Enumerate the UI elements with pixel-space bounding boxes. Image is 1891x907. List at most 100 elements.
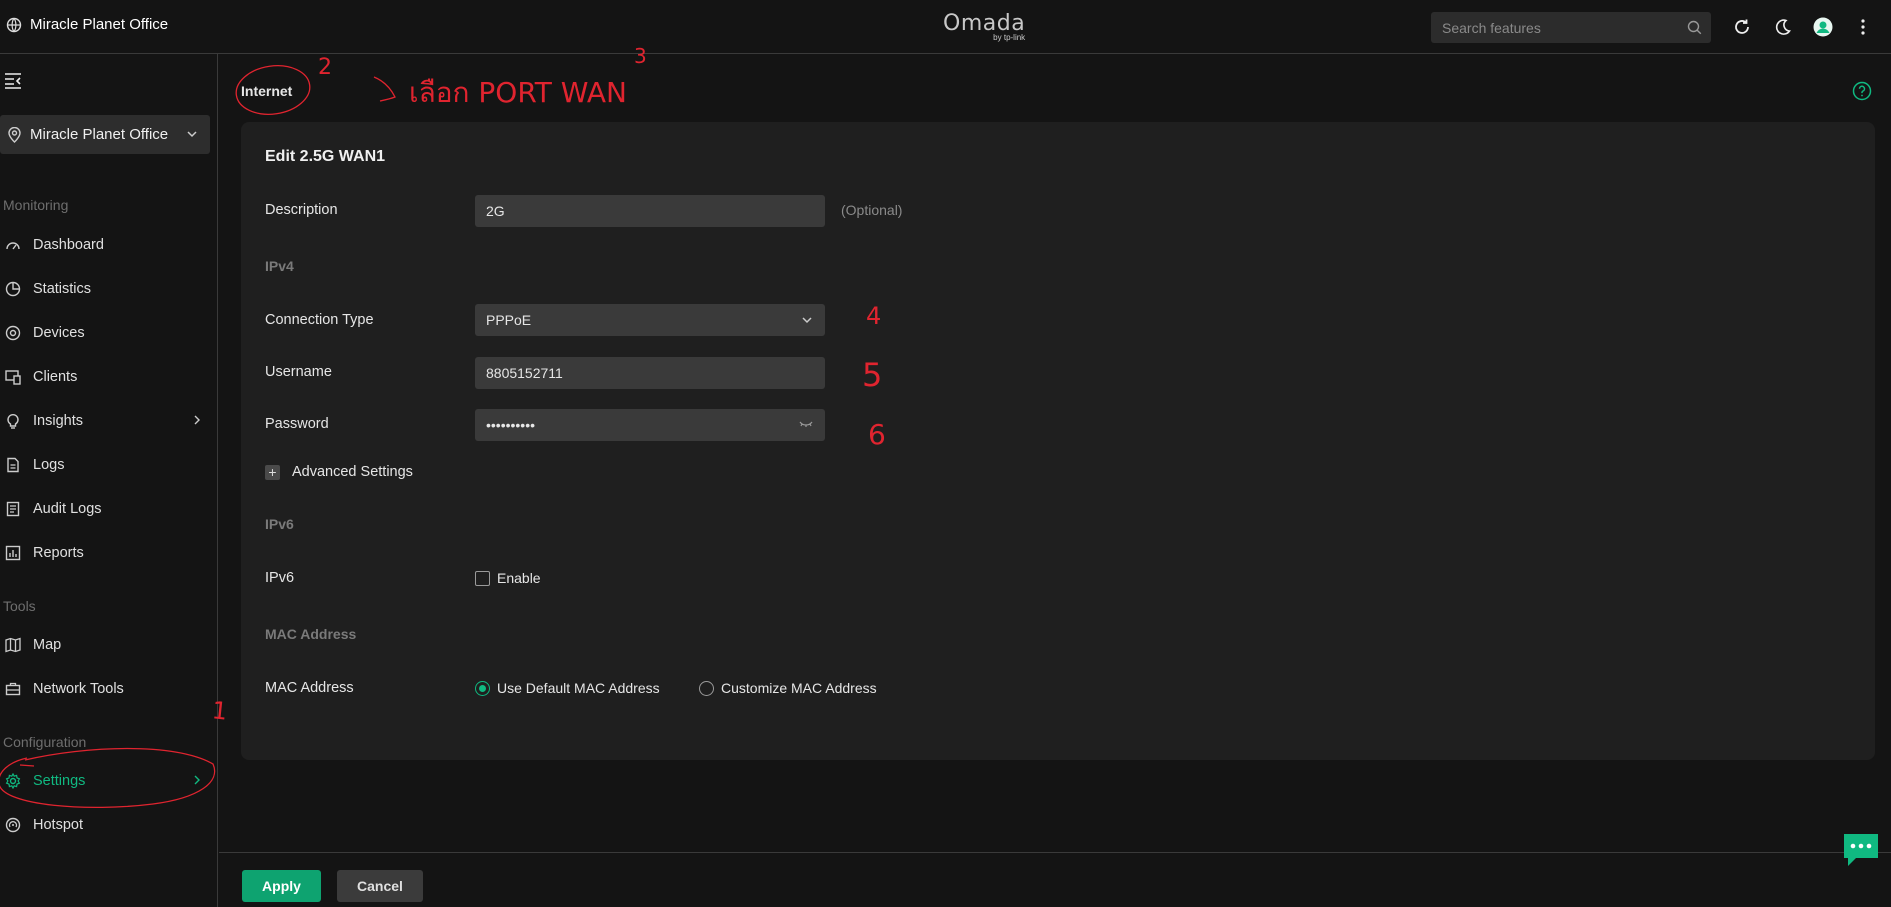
sidebar-item-statistics[interactable]: Statistics bbox=[0, 274, 210, 304]
eye-closed-icon[interactable] bbox=[799, 419, 813, 429]
search-icon[interactable] bbox=[1687, 20, 1702, 35]
devices-icon bbox=[5, 325, 21, 341]
section-configuration: Configuration bbox=[3, 734, 87, 750]
sidebar-item-network-tools[interactable]: Network Tools bbox=[0, 674, 210, 704]
sidebar-item-label: Devices bbox=[33, 325, 85, 341]
sidebar-item-label: Hotspot bbox=[33, 817, 83, 833]
description-value: 2G bbox=[486, 203, 505, 219]
site-title-label: Miracle Planet Office bbox=[30, 16, 169, 33]
page-title: Internet bbox=[241, 83, 293, 99]
site-selector[interactable]: Miracle Planet Office bbox=[0, 115, 210, 154]
mac-address-label: MAC Address bbox=[265, 680, 354, 696]
sidebar-item-label: Audit Logs bbox=[33, 501, 102, 517]
radio-default-mac-label: Use Default MAC Address bbox=[497, 680, 660, 696]
sidebar-item-logs[interactable]: Logs bbox=[0, 450, 210, 480]
site-selector-label: Miracle Planet Office bbox=[30, 126, 169, 143]
refresh-icon[interactable] bbox=[1731, 16, 1753, 38]
annotation-arrow bbox=[373, 76, 396, 102]
annotation-step-6: 6 bbox=[868, 418, 886, 451]
radio-default-mac[interactable]: Use Default MAC Address bbox=[475, 680, 660, 696]
footer-bar bbox=[219, 852, 1891, 907]
sidebar-item-label: Insights bbox=[33, 413, 83, 429]
connection-type-value: PPPoE bbox=[486, 312, 532, 328]
connection-type-select[interactable]: PPPoE bbox=[475, 304, 825, 336]
connection-type-label: Connection Type bbox=[265, 312, 374, 328]
password-value: •••••••••• bbox=[486, 417, 536, 433]
sidebar-item-label: Settings bbox=[33, 773, 86, 789]
gear-icon bbox=[5, 773, 21, 789]
sidebar-item-dashboard[interactable]: Dashboard bbox=[0, 230, 210, 260]
sidebar-item-audit-logs[interactable]: Audit Logs bbox=[0, 494, 210, 524]
annotation-step-4: 4 bbox=[866, 302, 882, 330]
chat-support-icon[interactable] bbox=[1842, 832, 1880, 868]
annotation-instruction: เลือก PORT WAN bbox=[409, 76, 627, 109]
sidebar-collapse-icon[interactable] bbox=[4, 71, 22, 89]
help-icon[interactable] bbox=[1852, 81, 1872, 101]
document-icon bbox=[7, 457, 19, 473]
ipv4-heading: IPv4 bbox=[265, 258, 294, 274]
username-label: Username bbox=[265, 364, 332, 380]
more-menu-icon[interactable] bbox=[1852, 16, 1874, 38]
sidebar-item-label: Statistics bbox=[33, 281, 92, 297]
top-bar: Miracle Planet Office Omada by tp-link bbox=[0, 0, 1891, 54]
sidebar-item-insights[interactable]: Insights bbox=[0, 406, 210, 436]
section-monitoring: Monitoring bbox=[3, 197, 69, 213]
hotspot-icon bbox=[5, 817, 21, 833]
card-title: Edit 2.5G WAN1 bbox=[265, 148, 386, 165]
radio-custom-mac[interactable]: Customize MAC Address bbox=[699, 680, 877, 696]
search-box[interactable] bbox=[1431, 12, 1711, 43]
chevron-right-icon bbox=[194, 775, 200, 785]
pie-chart-icon bbox=[5, 281, 21, 297]
password-input[interactable]: •••••••••• bbox=[475, 409, 825, 441]
location-pin-icon bbox=[8, 126, 21, 143]
advanced-settings-label: Advanced Settings bbox=[292, 464, 413, 480]
chevron-down-icon bbox=[802, 317, 812, 324]
clients-icon bbox=[5, 370, 21, 385]
apply-button[interactable]: Apply bbox=[242, 870, 321, 902]
sidebar-item-label: Logs bbox=[33, 457, 65, 473]
sidebar-item-clients[interactable]: Clients bbox=[0, 362, 210, 392]
dashboard-icon bbox=[6, 242, 20, 250]
username-value: 8805152711 bbox=[486, 365, 563, 381]
annotation-step-1: 1 bbox=[210, 696, 229, 726]
username-input[interactable]: 8805152711 bbox=[475, 357, 825, 389]
checkbox[interactable] bbox=[475, 570, 490, 586]
ipv6-enable-checkbox[interactable]: Enable bbox=[475, 570, 541, 586]
sidebar-item-map[interactable]: Map bbox=[0, 630, 210, 660]
plus-icon: + bbox=[265, 464, 280, 480]
password-label: Password bbox=[265, 416, 329, 432]
bar-chart-icon bbox=[5, 545, 21, 561]
sidebar-item-settings[interactable]: Settings bbox=[0, 766, 210, 796]
ipv6-heading: IPv6 bbox=[265, 516, 294, 532]
sidebar-item-devices[interactable]: Devices bbox=[0, 318, 210, 348]
globe-icon bbox=[6, 17, 22, 32]
annotation-step-3: 3 bbox=[634, 44, 647, 68]
avatar[interactable] bbox=[1812, 16, 1834, 38]
radio-button-selected[interactable] bbox=[475, 680, 490, 696]
toolbox-icon bbox=[5, 682, 21, 696]
advanced-settings-toggle[interactable]: + Advanced Settings bbox=[265, 464, 413, 480]
sidebar-item-hotspot[interactable]: Hotspot bbox=[0, 810, 210, 840]
sidebar-item-label: Map bbox=[33, 637, 62, 653]
mac-heading: MAC Address bbox=[265, 626, 357, 642]
annotation-step-2: 2 bbox=[318, 55, 332, 80]
sidebar-item-label: Reports bbox=[33, 545, 84, 561]
chevron-right-icon bbox=[194, 415, 200, 425]
ipv6-enable-label: Enable bbox=[497, 570, 541, 586]
search-input[interactable] bbox=[1431, 19, 1671, 36]
description-label: Description bbox=[265, 202, 338, 218]
description-input[interactable]: 2G bbox=[475, 195, 825, 227]
cancel-button[interactable]: Cancel bbox=[337, 870, 423, 902]
description-optional-hint: (Optional) bbox=[841, 202, 903, 218]
sidebar-item-label: Dashboard bbox=[33, 237, 104, 253]
radio-button[interactable] bbox=[699, 680, 714, 696]
map-icon bbox=[5, 637, 21, 653]
chevron-down-icon bbox=[187, 131, 197, 138]
dark-mode-icon[interactable] bbox=[1772, 16, 1794, 38]
omada-logo: Omada by tp-link bbox=[943, 11, 1025, 42]
sidebar-item-reports[interactable]: Reports bbox=[0, 538, 210, 568]
annotation-step-5: 5 bbox=[862, 356, 883, 394]
sidebar: Miracle Planet Office Monitoring Dashboa… bbox=[0, 54, 218, 907]
radio-custom-mac-label: Customize MAC Address bbox=[721, 680, 877, 696]
site-title[interactable]: Miracle Planet Office bbox=[6, 16, 168, 33]
